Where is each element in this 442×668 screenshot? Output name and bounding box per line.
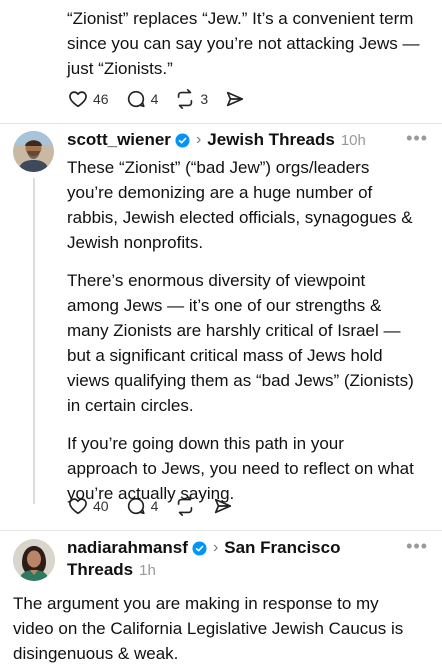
share-button[interactable] — [224, 88, 246, 110]
post-line: These “Zionist” (“bad Jew”) orgs/leaders — [67, 158, 370, 177]
topic-tag-continued[interactable]: Threads — [67, 560, 133, 580]
post-line: just “Zionists.” — [67, 59, 173, 78]
post-line: disingenuous & weak. — [13, 644, 179, 663]
more-icon[interactable]: ••• — [406, 536, 428, 557]
post-line: rabbis, Jewish elected officials, synago… — [67, 208, 413, 227]
more-icon[interactable]: ••• — [406, 128, 428, 149]
comment-icon — [127, 497, 145, 515]
username[interactable]: nadiarahmansf — [67, 538, 188, 558]
post-line: “Zionist” replaces “Jew.” It’s a conveni… — [67, 9, 414, 28]
heart-icon — [69, 91, 87, 108]
post-line: The argument you are making in response … — [13, 594, 379, 613]
post-body: These “Zionist” (“bad Jew”) orgs/leaders… — [67, 155, 437, 506]
reply-count: 4 — [150, 498, 159, 514]
post-body: “Zionist” replaces “Jew.” It’s a conveni… — [67, 6, 437, 81]
post-line: views qualifying them as “bad Jews” (Zio… — [67, 371, 414, 390]
post-line: video on the California Legislative Jewi… — [13, 619, 404, 638]
post-actions: 40 4 — [67, 495, 250, 517]
post-line: There’s enormous diversity of viewpoint — [67, 271, 366, 290]
post-line: since you can say you’re not attacking J… — [67, 34, 420, 53]
paragraph: There’s enormous diversity of viewpoint … — [67, 268, 437, 418]
timestamp: 10h — [340, 131, 366, 149]
post-line: among Jews — it’s one of our strengths & — [67, 296, 382, 315]
post-line: Jewish nonprofits. — [67, 233, 204, 252]
share-button[interactable] — [212, 495, 234, 517]
share-icon — [215, 498, 232, 514]
thread-connector — [33, 178, 35, 504]
divider — [0, 530, 442, 531]
chevron-right-icon: › — [212, 539, 219, 556]
post-header-line2: Threads 1h — [67, 560, 156, 580]
share-icon — [227, 91, 244, 107]
like-button[interactable]: 40 — [67, 495, 109, 517]
paragraph: These “Zionist” (“bad Jew”) orgs/leaders… — [67, 155, 437, 255]
repost-button[interactable] — [174, 495, 196, 517]
verified-badge-icon — [192, 540, 207, 556]
avatar[interactable] — [13, 539, 55, 581]
username[interactable]: scott_wiener — [67, 130, 171, 150]
like-button[interactable]: 46 — [67, 88, 109, 110]
post-header: nadiarahmansf › San Francisco — [67, 538, 340, 558]
post-line: approach to Jews, you need to reflect on… — [67, 459, 414, 478]
divider — [0, 123, 442, 124]
repost-count: 3 — [200, 91, 209, 107]
reply-count: 4 — [150, 91, 159, 107]
like-count: 46 — [93, 91, 109, 107]
post-body: The argument you are making in response … — [13, 591, 438, 666]
reply-button[interactable]: 4 — [125, 88, 159, 110]
post-header: scott_wiener › Jewish Threads 10h — [67, 130, 366, 150]
post-line: If you’re going down this path in your — [67, 434, 344, 453]
post-actions: 46 4 3 — [67, 88, 262, 110]
reply-button[interactable]: 4 — [125, 495, 159, 517]
heart-icon — [69, 498, 87, 515]
timestamp: 1h — [139, 561, 156, 579]
repost-icon — [178, 496, 193, 516]
post-line: but a significant critical mass of Jews … — [67, 346, 383, 365]
topic-tag[interactable]: Jewish Threads — [207, 130, 335, 150]
repost-icon — [178, 89, 193, 109]
post-line: in certain circles. — [67, 396, 194, 415]
comment-icon — [127, 90, 145, 108]
verified-badge-icon — [175, 132, 190, 148]
topic-tag[interactable]: San Francisco — [224, 538, 340, 558]
post-line: you’re demonizing are a huge number of — [67, 183, 373, 202]
chevron-right-icon: › — [195, 131, 202, 148]
post-line: many Zionists are harshly critical of Is… — [67, 321, 401, 340]
like-count: 40 — [93, 498, 109, 514]
repost-button[interactable]: 3 — [174, 88, 208, 110]
avatar[interactable] — [13, 131, 54, 172]
